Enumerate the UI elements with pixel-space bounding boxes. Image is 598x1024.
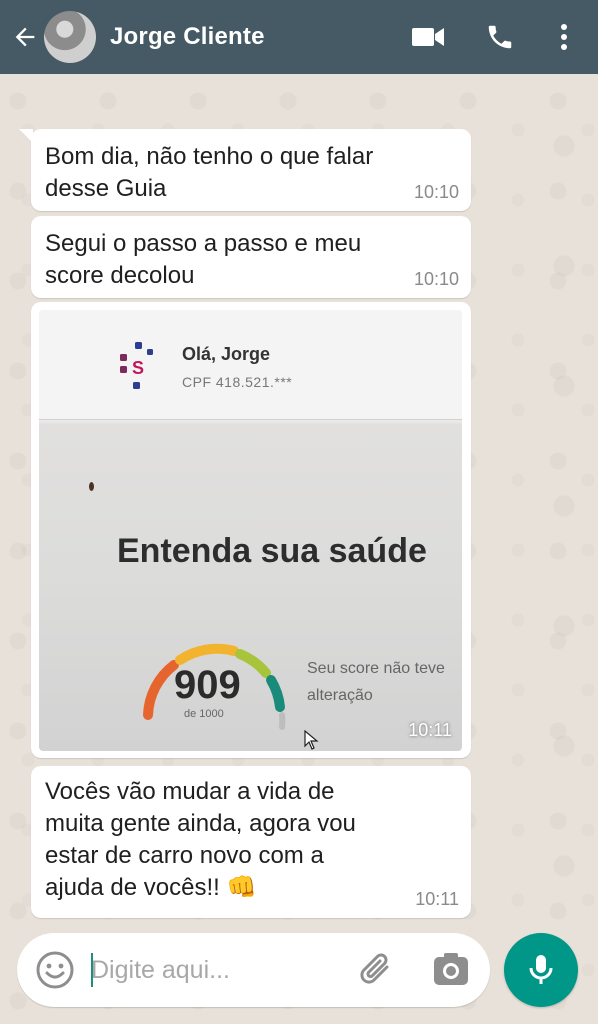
photo-score-scale: de 1000 (184, 708, 224, 720)
message-time: 10:10 (413, 182, 459, 202)
image-message[interactable]: S Olá, Jorge CPF 418.521.*** Entenda sua… (31, 302, 471, 758)
message-text: Segui o passo a passo e meu score decolo… (45, 230, 362, 289)
message-bubble[interactable]: Bom dia, não tenho o que falar desse Gui… (19, 129, 471, 211)
text-caret (91, 953, 93, 987)
photo-speck (89, 482, 94, 491)
message-time: 10:11 (408, 720, 452, 740)
video-call-icon (412, 28, 444, 46)
emoji-button[interactable] (35, 950, 75, 990)
message-composer (17, 933, 490, 1007)
message-photo[interactable]: S Olá, Jorge CPF 418.521.*** Entenda sua… (39, 310, 462, 751)
contact-avatar[interactable] (44, 11, 96, 63)
message-bubble[interactable]: Vocês vão mudar a vida de muita gente ai… (31, 766, 471, 918)
back-arrow-icon (15, 27, 35, 47)
chat-area[interactable]: Bom dia, não tenho o que falar desse Gui… (0, 74, 598, 1024)
message-text: Vocês vão mudar a vida de muita gente ai… (45, 778, 356, 901)
video-call-button[interactable] (406, 15, 450, 59)
phone-icon (488, 25, 512, 49)
back-button[interactable] (8, 20, 42, 54)
photo-headline: Entenda sua saúde (117, 532, 427, 570)
photo-cpf: CPF 418.521.*** (182, 374, 293, 390)
attach-button[interactable] (357, 949, 397, 991)
camera-button[interactable] (431, 951, 471, 989)
paperclip-icon (360, 953, 389, 984)
emoji-icon (36, 951, 74, 989)
logo-letter: S (132, 358, 144, 378)
photo-greeting: Olá, Jorge (182, 344, 271, 364)
message-text: Bom dia, não tenho o que falar desse Gui… (45, 143, 374, 202)
mouse-cursor-icon (304, 730, 319, 750)
microphone-icon (529, 955, 553, 984)
score-app-logo-icon: S (120, 342, 153, 389)
message-time: 10:11 (415, 889, 459, 909)
more-vertical-icon (561, 24, 567, 50)
photo-score-status: Seu score não teve alteração (307, 660, 445, 704)
photo-score-value: 909 (174, 663, 241, 707)
message-bubble[interactable]: Segui o passo a passo e meu score decolo… (31, 216, 471, 298)
camera-icon (434, 953, 468, 985)
voice-call-button[interactable] (478, 15, 522, 59)
bubble-tail (19, 129, 33, 143)
more-options-button[interactable] (542, 15, 586, 59)
message-time: 10:10 (413, 269, 459, 289)
message-input[interactable] (91, 949, 346, 991)
voice-message-button[interactable] (504, 933, 578, 1007)
photo-header-panel (39, 310, 462, 420)
chat-header: Jorge Cliente (0, 0, 598, 74)
contact-name[interactable]: Jorge Cliente (110, 23, 265, 51)
